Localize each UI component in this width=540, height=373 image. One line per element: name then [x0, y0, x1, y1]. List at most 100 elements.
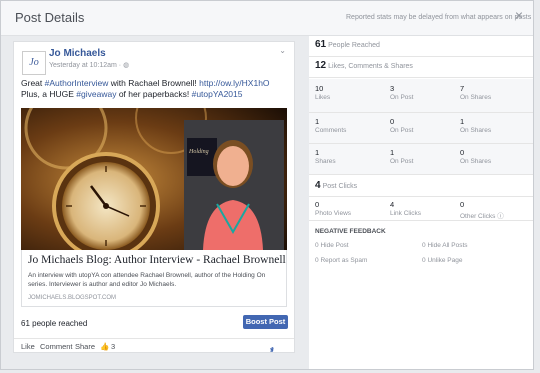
- message-text: Great: [21, 78, 45, 88]
- total-comments: 1 Comments: [315, 117, 346, 134]
- avatar[interactable]: Jo: [22, 51, 46, 75]
- link-clicks-value: 4: [390, 200, 395, 209]
- post-clicks-stat: 4 Post Clicks: [315, 180, 357, 191]
- people-reached-row: 61 People Reached: [309, 36, 533, 57]
- clicks-breakdown: 0 Photo Views 4 Link Clicks 0 Other Clicks …: [309, 196, 533, 221]
- hashtag-link[interactable]: #giveaway: [76, 89, 116, 99]
- message-text: of her paperbacks!: [116, 89, 192, 99]
- link-description: An interview with utopYA con attendee Ra…: [28, 272, 266, 288]
- thumbs-up-icon: 👍: [100, 342, 110, 351]
- author-name[interactable]: Jo Michaels: [49, 48, 106, 59]
- likes-on-post: 3 On Post: [390, 84, 413, 101]
- likes-on-post-label: On Post: [390, 94, 414, 101]
- shares-on-post-value: 1: [390, 148, 395, 157]
- info-icon[interactable]: ⓘ: [497, 213, 504, 220]
- like-link[interactable]: Like: [21, 342, 35, 351]
- svg-text:Holding: Holding: [188, 149, 209, 155]
- link-clicks-label: Link Clicks: [390, 210, 422, 217]
- engagement-value: 12: [315, 60, 327, 71]
- post-clicks-label: Post Clicks: [322, 183, 358, 190]
- spam-value: 0: [315, 257, 319, 264]
- link-preview-image[interactable]: Holding: [21, 108, 287, 250]
- insights-pane: 61 People Reached 12 Likes, Comments & Sha…: [309, 36, 533, 369]
- close-icon[interactable]: ×: [515, 7, 523, 23]
- link-preview-card[interactable]: Jo Michaels Blog: Author Interview - Rac…: [21, 250, 287, 307]
- short-link[interactable]: http://ow.ly/HX1hO: [199, 78, 269, 88]
- post-actions-bar: Like Comment Share 👍 3 J ▾: [14, 338, 294, 355]
- likes-count[interactable]: 3: [111, 342, 115, 351]
- negative-feedback-heading: NEGATIVE FEEDBACK: [315, 228, 386, 235]
- people-reached-stat: 61 People Reached: [315, 39, 380, 50]
- stats-delay-notice: Reported stats may be delayed from what …: [346, 14, 532, 21]
- shares-on-shares: 0 On Shares: [460, 148, 491, 165]
- likes-on-post-value: 3: [390, 84, 395, 93]
- hashtag-link[interactable]: #AuthorInterview: [45, 78, 109, 88]
- comments-on-post-value: 0: [390, 117, 395, 126]
- shares-on-post-label: On Post: [390, 158, 414, 165]
- photo-views: 0 Photo Views: [315, 200, 351, 217]
- hide-post-stat: 0 Hide Post: [315, 242, 349, 249]
- dialog-header: Post Details Reported stats may be delay…: [1, 1, 533, 36]
- photo-views-label: Photo Views: [315, 210, 352, 217]
- share-link[interactable]: Share: [75, 342, 95, 351]
- timestamp-text: Yesterday at 10:12am ·: [49, 62, 124, 69]
- engagement-label: Likes, Comments & Shares: [328, 63, 413, 70]
- total-comments-value: 1: [315, 117, 320, 126]
- likes-breakdown: 10 Likes 3 On Post 7 On Shares: [309, 79, 533, 113]
- comments-on-shares: 1 On Shares: [460, 117, 491, 134]
- total-comments-label: Comments: [315, 127, 347, 134]
- post-card: Jo Jo Michaels Yesterday at 10:12am · ◍ …: [13, 41, 295, 355]
- clock-and-portrait-image: Holding: [21, 108, 287, 250]
- chevron-down-icon[interactable]: ⌄: [279, 46, 286, 55]
- comments-on-post-label: On Post: [390, 127, 414, 134]
- caret-down-icon: ▾: [270, 345, 274, 354]
- hide-all-label: Hide All Posts: [427, 242, 468, 249]
- shares-on-shares-label: On Shares: [460, 158, 492, 165]
- post-clicks-row: 4 Post Clicks: [309, 176, 533, 197]
- message-text: with Rachael Brownell!: [108, 78, 200, 88]
- unlike-label: Unlike Page: [427, 257, 463, 264]
- total-likes-value: 10: [315, 84, 324, 93]
- likes-on-shares: 7 On Shares: [460, 84, 491, 101]
- message-text: Plus, a HUGE: [21, 89, 77, 99]
- people-reached-label: People Reached: [328, 42, 380, 49]
- likes-on-shares-value: 7: [460, 84, 465, 93]
- shares-on-post: 1 On Post: [390, 148, 413, 165]
- likes-on-shares-label: On Shares: [460, 94, 492, 101]
- post-details-dialog: Post Details Reported stats may be delay…: [0, 0, 534, 370]
- total-shares-label: Shares: [315, 158, 336, 165]
- comments-on-post: 0 On Post: [390, 117, 413, 134]
- total-likes: 10 Likes: [315, 84, 330, 101]
- dialog-title: Post Details: [15, 10, 85, 25]
- people-reached-text: 61 people reached: [21, 319, 88, 328]
- spam-label: Report as Spam: [320, 257, 368, 264]
- comments-breakdown: 1 Comments 0 On Post 1 On Shares: [309, 113, 533, 144]
- post-timestamp[interactable]: Yesterday at 10:12am · ◍: [49, 61, 129, 69]
- link-domain: JOMICHAELS.BLOGSPOT.COM: [28, 295, 117, 301]
- total-shares-value: 1: [315, 148, 320, 157]
- post-preview-pane: Jo Jo Michaels Yesterday at 10:12am · ◍ …: [1, 36, 309, 369]
- people-reached-value: 61: [315, 39, 327, 50]
- other-clicks-label: Other Clicks: [460, 213, 496, 220]
- shares-on-shares-value: 0: [460, 148, 465, 157]
- link-title[interactable]: Jo Michaels Blog: Author Interview - Rac…: [28, 254, 286, 266]
- globe-icon: ◍: [123, 62, 130, 69]
- hide-all-posts-stat: 0 Hide All Posts: [422, 242, 468, 249]
- link-clicks: 4 Link Clicks: [390, 200, 421, 217]
- hide-post-value: 0: [315, 242, 319, 249]
- other-clicks-label-row: Other Clicks ⓘ: [460, 210, 504, 220]
- other-clicks-value: 0: [460, 200, 465, 209]
- boost-post-button[interactable]: Boost Post: [243, 315, 288, 329]
- comment-link[interactable]: Comment: [40, 342, 73, 351]
- total-shares: 1 Shares: [315, 148, 336, 165]
- engagement-row: 12 Likes, Comments & Shares: [309, 56, 533, 78]
- comments-on-shares-label: On Shares: [460, 127, 492, 134]
- other-clicks: 0 Other Clicks ⓘ: [460, 200, 504, 220]
- hide-post-label: Hide Post: [320, 242, 349, 249]
- comments-on-shares-value: 1: [460, 117, 465, 126]
- unlike-value: 0: [422, 257, 426, 264]
- post-message: Great #AuthorInterview with Rachael Brow…: [21, 78, 287, 100]
- shares-breakdown: 1 Shares 1 On Post 0 On Shares: [309, 144, 533, 175]
- hashtag-link[interactable]: #utopYA2015: [192, 89, 243, 99]
- engagement-stat: 12 Likes, Comments & Shares: [315, 60, 413, 71]
